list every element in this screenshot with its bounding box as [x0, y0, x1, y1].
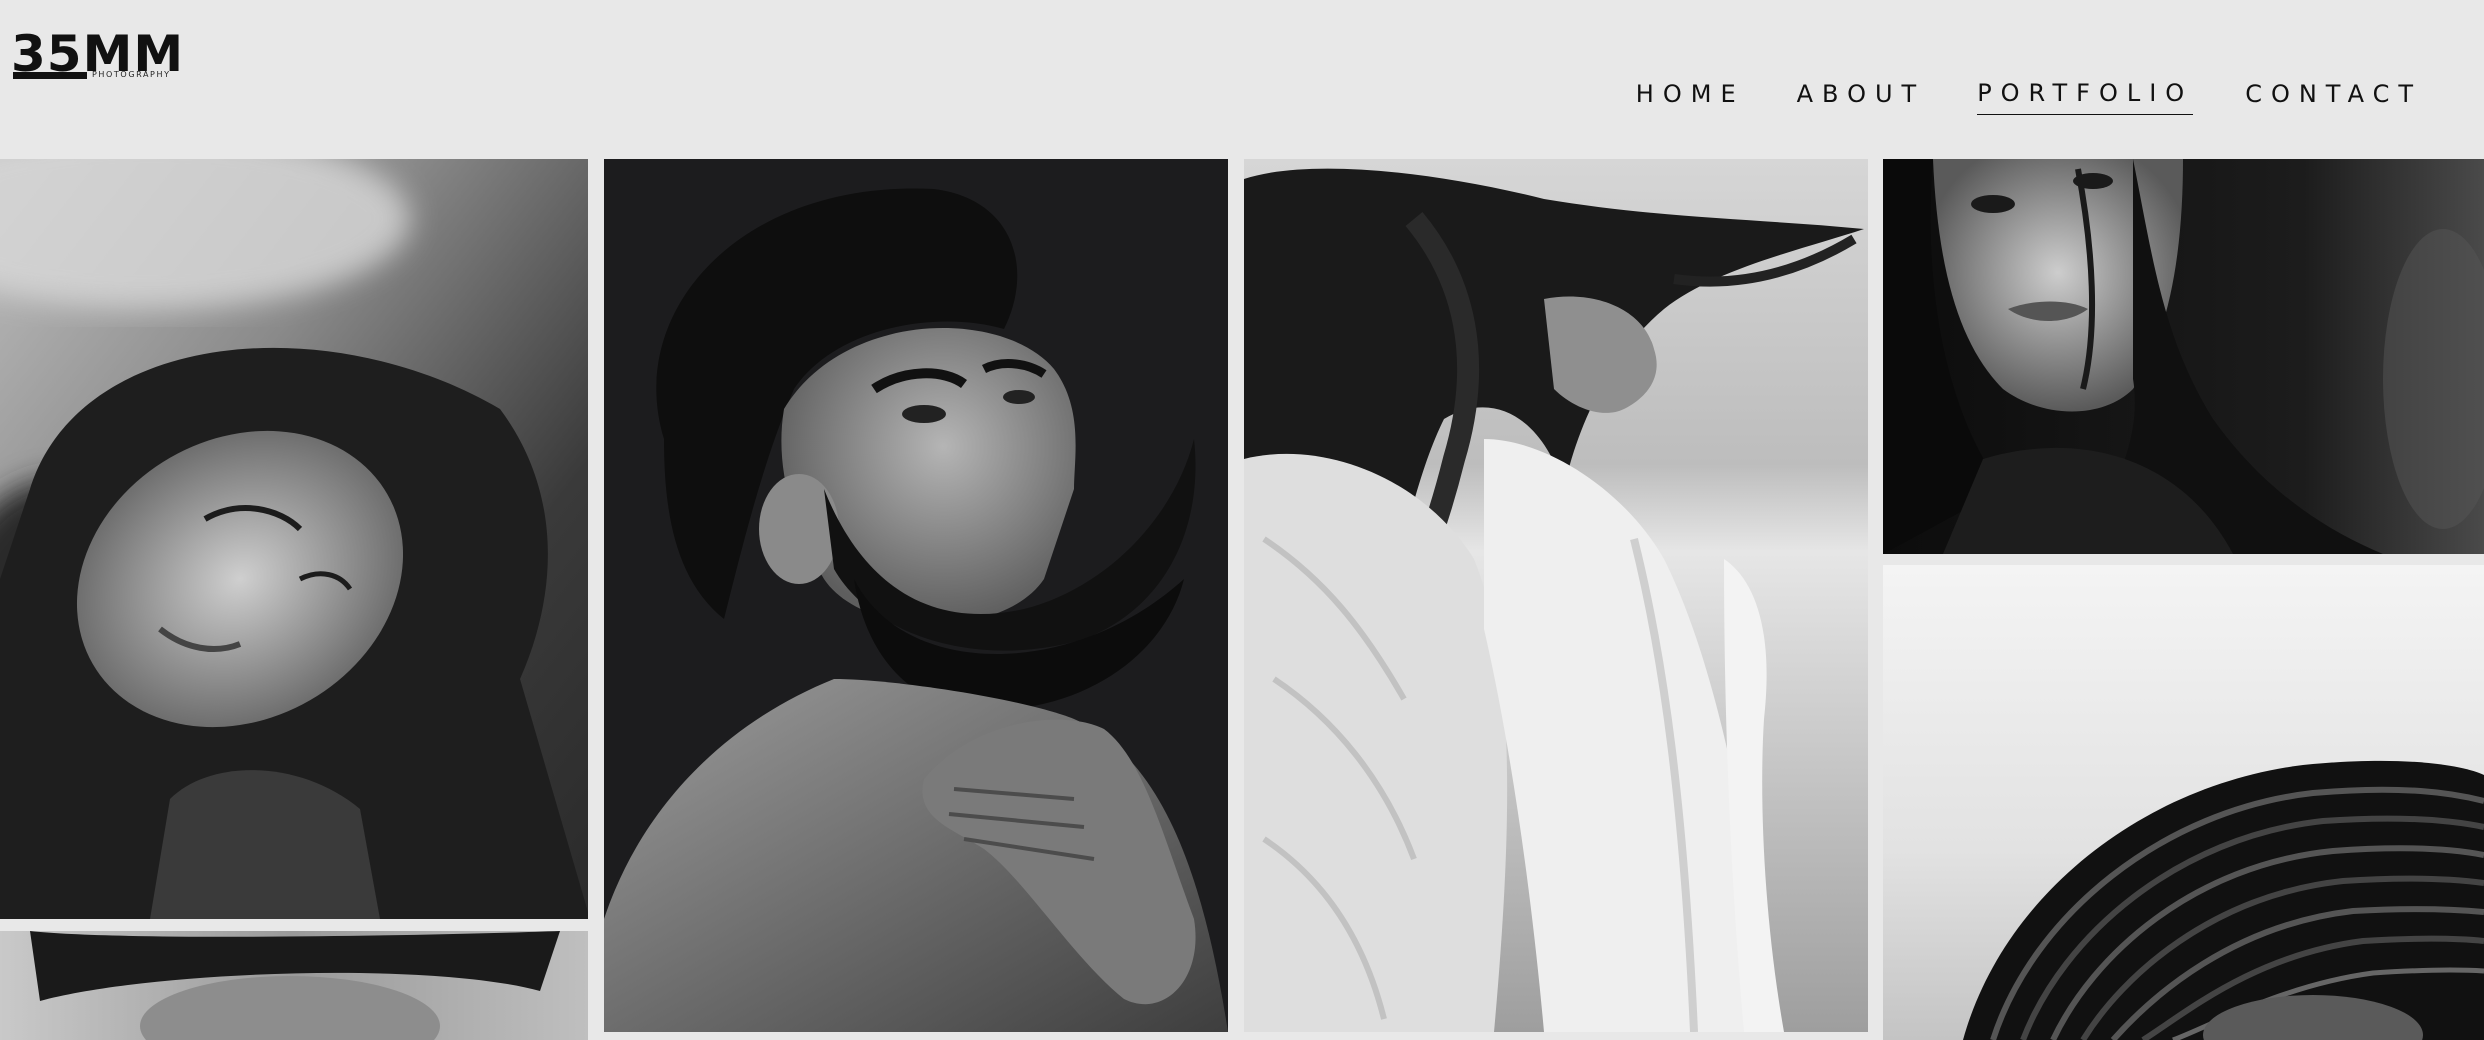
gallery-photo-striped-hat[interactable]: [1883, 565, 2484, 1040]
logo-underline: [13, 72, 87, 79]
gallery-photo-woman-curly-hair[interactable]: [0, 159, 588, 919]
gallery-photo-woman-windblown-hair[interactable]: [1244, 159, 1868, 1032]
nav-about[interactable]: ABOUT: [1797, 77, 1926, 115]
nav-home[interactable]: HOME: [1636, 77, 1745, 115]
main-nav: HOME ABOUT PORTFOLIO CONTACT: [1636, 76, 2422, 115]
site-header: 35MM PHOTOGRAPHY HOME ABOUT PORTFOLIO CO…: [0, 0, 2484, 158]
photo-woman-partial-image: [0, 931, 588, 1040]
gallery-photo-woman-dark-hair[interactable]: [1883, 159, 2484, 554]
nav-portfolio[interactable]: PORTFOLIO: [1977, 76, 2194, 115]
gallery-photo-woman-partial[interactable]: [0, 931, 588, 1040]
photo-woman-windblown-hair-image: [1244, 159, 1868, 1032]
photo-woman-dark-hair-image: [1883, 159, 2484, 554]
gallery-photo-bearded-man[interactable]: [604, 159, 1228, 1032]
site-logo[interactable]: 35MM PHOTOGRAPHY: [11, 26, 183, 82]
photo-bearded-man-image: [604, 159, 1228, 1032]
photo-woman-curly-hair-image: [0, 159, 588, 919]
logo-tagline: PHOTOGRAPHY: [92, 70, 171, 79]
nav-contact[interactable]: CONTACT: [2245, 77, 2422, 115]
photo-striped-hat-image: [1883, 565, 2484, 1040]
